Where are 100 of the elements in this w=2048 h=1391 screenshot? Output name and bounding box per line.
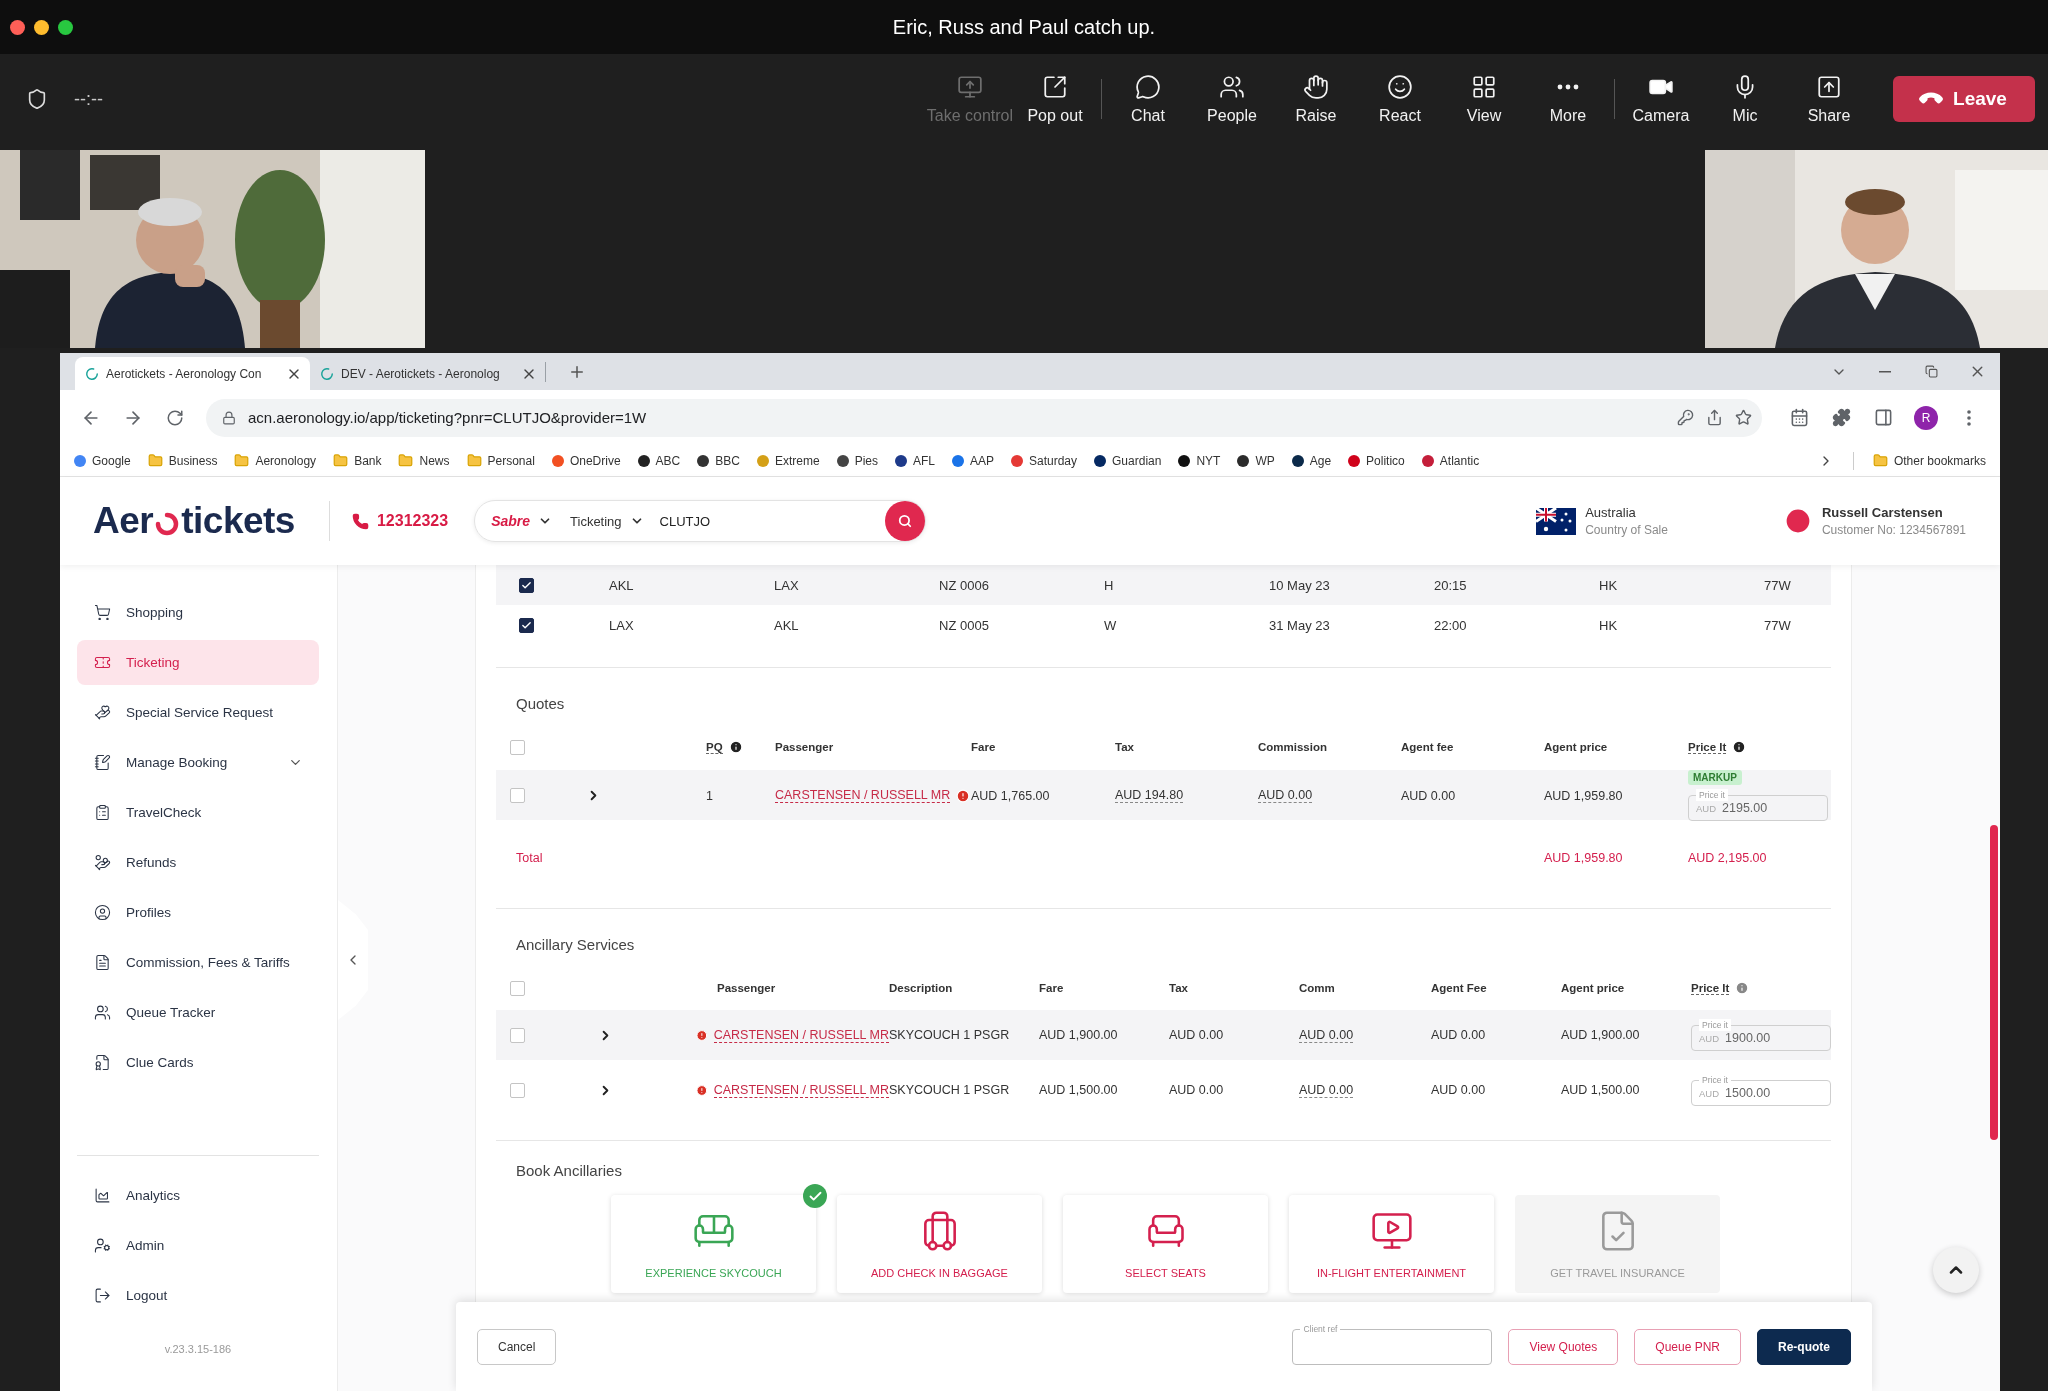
window-title: Eric, Russ and Paul catch up.	[891, 15, 1157, 39]
bookmark[interactable]: News	[419, 453, 450, 468]
sidebar-item[interactable]: Logout	[77, 1273, 319, 1318]
bookmark[interactable]: Politico	[1366, 453, 1405, 468]
bookmark[interactable]: Business	[168, 453, 218, 468]
bookmark[interactable]: Atlantic	[1439, 453, 1480, 468]
bookmark[interactable]: Extreme	[774, 453, 820, 468]
column-header: Agent fee	[1401, 741, 1454, 753]
passenger-link[interactable]: CARSTENSEN / RUSSELL MR	[713, 1027, 889, 1043]
search-field[interactable]: CLUTJO	[657, 512, 876, 530]
menu-icon	[1967, 409, 1971, 426]
toolbar-button[interactable]: More	[1526, 73, 1610, 125]
info-icon	[1732, 740, 1747, 754]
passenger-link[interactable]: CARSTENSEN / RUSSELL MR	[775, 788, 951, 803]
side-panel-icon	[1873, 408, 1893, 427]
bookmark[interactable]: AFL	[912, 453, 935, 468]
ancillary-card[interactable]: SELECT SEATS	[1063, 1195, 1268, 1293]
bookmark[interactable]: BBC	[715, 453, 740, 468]
bookmark[interactable]: Age	[1309, 453, 1332, 468]
sidebar-item[interactable]: Profiles	[77, 890, 319, 935]
toolbar-button[interactable]: Camera	[1619, 73, 1703, 125]
sidebar-item[interactable]: Manage Booking	[77, 740, 319, 785]
bookmark[interactable]: Saturday	[1029, 453, 1078, 468]
price-field[interactable]: Price it AUD 1900.00	[1691, 1019, 1831, 1051]
table-cell: NZ 0006	[939, 577, 989, 593]
star-icon[interactable]	[1735, 409, 1752, 426]
browser-tab[interactable]: DEV - Aerotickets - Aeronolog	[310, 357, 545, 390]
action-button[interactable]: View Quotes	[1508, 1328, 1619, 1365]
bookmark[interactable]: NYT	[1196, 453, 1221, 468]
column-header: Passenger	[717, 982, 776, 994]
checkbox[interactable]	[519, 617, 534, 633]
calendar-icon	[1789, 408, 1809, 427]
requote-button[interactable]: Re-quote	[1757, 1328, 1851, 1365]
toolbar-button[interactable]: People	[1190, 73, 1274, 125]
sidebar-item[interactable]: Refunds	[77, 840, 319, 885]
folder-icon	[147, 453, 163, 468]
action-button[interactable]: Queue PNR	[1634, 1328, 1741, 1365]
people-icon	[94, 1004, 111, 1021]
key-icon[interactable]	[1677, 409, 1694, 426]
minimize-button[interactable]	[34, 19, 49, 35]
sidebar-item[interactable]: Commission, Fees & Tariffs	[77, 940, 319, 985]
scrollbar[interactable]	[1990, 825, 1998, 1140]
bookmark[interactable]: Guardian	[1112, 453, 1162, 468]
bookmark[interactable]: Other bookmarks	[1893, 453, 1986, 468]
sidebar-item[interactable]: Admin	[77, 1223, 319, 1268]
table-cell: AUD 0.00	[1299, 1027, 1354, 1043]
toolbar-button[interactable]: React	[1358, 73, 1442, 125]
leave-button[interactable]: Leave	[1893, 76, 2035, 122]
bookmark[interactable]: Google	[92, 453, 131, 468]
more-icon	[1557, 83, 1579, 90]
sidebar-item[interactable]: Analytics	[77, 1173, 319, 1218]
bookmark[interactable]: OneDrive	[569, 453, 621, 468]
sidebar-item[interactable]: Queue Tracker	[77, 990, 319, 1035]
table-cell: AUD 1,959.80	[1544, 788, 1623, 803]
sidebar-item[interactable]: TravelCheck	[77, 790, 319, 835]
close-button[interactable]	[10, 19, 25, 35]
browser-tab[interactable]: Aerotickets - Aeronology Con	[75, 357, 310, 390]
toolbar-button[interactable]: Chat	[1106, 73, 1190, 125]
bookmark[interactable]: ABC	[655, 453, 681, 468]
bookmark[interactable]: AAP	[970, 453, 994, 468]
toolbar-button[interactable]: Pop out	[1013, 73, 1097, 125]
checkbox[interactable]	[519, 577, 534, 593]
price-field[interactable]: Price it AUD 1500.00	[1691, 1074, 1831, 1106]
bookmark[interactable]: Aeronology	[255, 453, 317, 468]
table-cell: AUD 0.00	[1258, 788, 1313, 803]
scroll-top-button[interactable]	[1933, 1247, 1979, 1293]
share-icon[interactable]	[1706, 409, 1723, 426]
document-icon	[94, 954, 111, 971]
clipboard-icon	[94, 804, 111, 821]
bookmark[interactable]: WP	[1255, 453, 1275, 468]
markup-badge: MARKUP	[1688, 770, 1742, 785]
bookmark[interactable]: Pies	[854, 453, 878, 468]
price-field[interactable]: Price it AUD 2195.00	[1688, 789, 1828, 821]
sidebar-item[interactable]: Special Service Request	[77, 690, 319, 735]
profile-avatar[interactable]: R	[1914, 405, 1938, 430]
bookmark[interactable]: Bank	[354, 453, 382, 468]
toolbar-button[interactable]: Share	[1787, 73, 1871, 125]
zoom-button[interactable]	[58, 19, 73, 35]
mode-select[interactable]: Ticketing	[566, 513, 648, 529]
search-button[interactable]	[885, 501, 926, 541]
sidebar-item[interactable]: Ticketing	[77, 640, 319, 685]
ancillary-card[interactable]: ADD CHECK IN BAGGAGE	[837, 1195, 1042, 1293]
passenger-link[interactable]: CARSTENSEN / RUSSELL MR	[713, 1082, 889, 1098]
section-title: Book Ancillaries	[515, 1161, 623, 1181]
cancel-button[interactable]: Cancel	[477, 1328, 557, 1365]
table-cell: W	[1104, 617, 1117, 633]
bookmark[interactable]: Personal	[487, 453, 535, 468]
table-cell: H	[1104, 577, 1114, 593]
table-cell: 22:00	[1434, 617, 1467, 633]
toolbar-button[interactable]: Mic	[1703, 73, 1787, 125]
ancillary-card[interactable]: IN-FLIGHT ENTERTAINMENT	[1289, 1195, 1494, 1293]
address-bar[interactable]: acn.aeronology.io/app/ticketing?pnr=CLUTJO&provider=1W	[206, 398, 1762, 437]
screen-icon	[956, 73, 983, 100]
call-timer: --:--	[74, 88, 103, 110]
toolbar-button[interactable]: Raise	[1274, 73, 1358, 125]
sidebar-item[interactable]: Shopping	[77, 590, 319, 635]
sidebar-item[interactable]: Clue Cards	[77, 1040, 319, 1085]
toolbar-button[interactable]: View	[1442, 73, 1526, 125]
provider-select[interactable]: Sabre	[487, 513, 557, 529]
chart-icon	[94, 1187, 111, 1204]
